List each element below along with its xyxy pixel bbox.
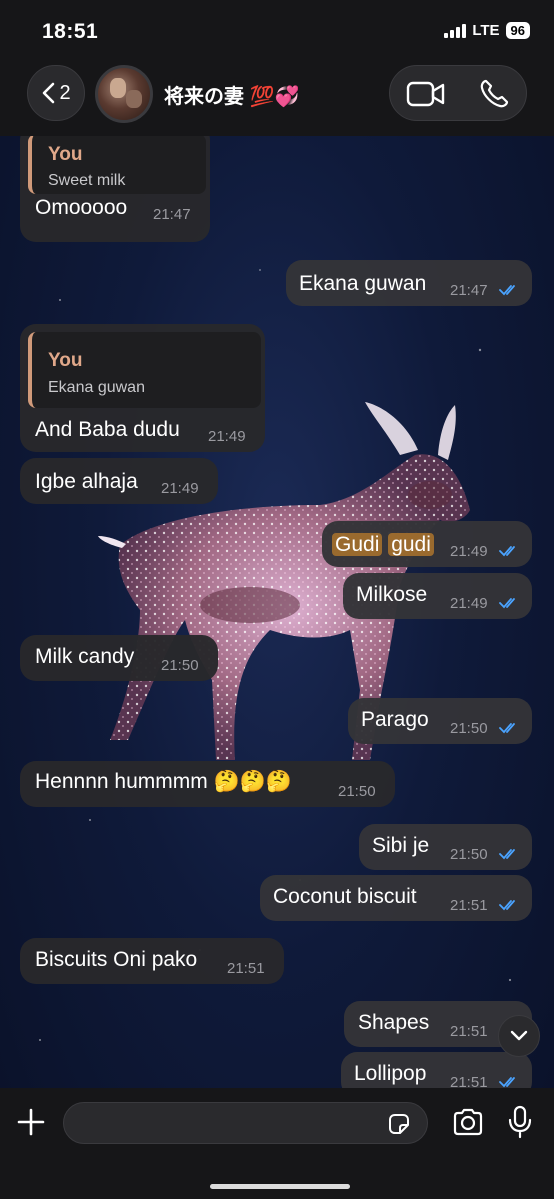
message-time: 21:47 xyxy=(450,282,488,299)
message-incoming[interactable]: You Sweet milk Omooooo 21:47 xyxy=(20,136,210,242)
home-indicator xyxy=(210,1184,350,1189)
message-text: Coconut biscuit xyxy=(273,885,417,908)
quoted-message[interactable]: You Sweet milk xyxy=(28,136,206,194)
message-text: Shapes xyxy=(358,1011,430,1034)
quote-text: Ekana guwan xyxy=(48,379,145,396)
quote-text: Sweet milk xyxy=(48,172,126,189)
back-button[interactable]: 2 xyxy=(27,65,85,121)
status-bar: 18:51 LTE 96 xyxy=(0,0,554,64)
status-indicators: LTE 96 xyxy=(444,22,530,39)
quoted-message[interactable]: You Ekana guwan xyxy=(28,332,261,408)
message-composer xyxy=(0,1088,554,1199)
video-call-icon[interactable] xyxy=(406,80,446,108)
message-time: 21:47 xyxy=(153,206,191,223)
status-time: 18:51 xyxy=(42,20,99,43)
quote-author: You xyxy=(48,144,83,165)
message-outgoing[interactable]: Sibi je 21:50 xyxy=(359,824,532,870)
message-text: Lollipop xyxy=(354,1062,427,1085)
call-actions xyxy=(389,65,527,121)
message-time: 21:49 xyxy=(450,543,488,560)
message-outgoing[interactable]: Milkose 21:49 xyxy=(343,573,532,619)
message-outgoing[interactable]: Gudi gudi 21:49 xyxy=(322,521,532,567)
phone-call-icon[interactable] xyxy=(478,78,510,110)
message-incoming[interactable]: Biscuits Oni pako 21:51 xyxy=(20,938,284,984)
message-text: Milkose xyxy=(356,583,428,606)
plus-icon[interactable] xyxy=(16,1107,46,1137)
camera-icon[interactable] xyxy=(452,1108,484,1136)
double-check-icon xyxy=(499,900,515,911)
message-text: Gudi gudi xyxy=(332,533,434,557)
message-incoming[interactable]: Milk candy 21:50 xyxy=(20,635,218,681)
message-outgoing[interactable]: Coconut biscuit 21:51 xyxy=(260,875,532,921)
message-list[interactable]: You Sweet milk Omooooo 21:47 Ekana guwan… xyxy=(0,136,554,1088)
double-check-icon xyxy=(499,546,515,557)
message-text: Parago xyxy=(361,708,429,731)
message-incoming[interactable]: Hennnn hummmm 🤔🤔🤔 21:50 xyxy=(20,761,395,807)
quote-author: You xyxy=(48,350,83,371)
chat-header: 2 将来の妻 💯💞 xyxy=(0,64,554,136)
message-text: Hennnn hummmm 🤔🤔🤔 xyxy=(35,770,293,793)
network-type: LTE xyxy=(472,22,500,39)
message-time: 21:50 xyxy=(338,783,376,800)
message-time: 21:49 xyxy=(208,428,246,445)
mic-icon[interactable] xyxy=(508,1105,532,1139)
message-incoming[interactable]: You Ekana guwan And Baba dudu 21:49 xyxy=(20,324,265,452)
double-check-icon xyxy=(499,1077,515,1088)
message-outgoing[interactable]: Lollipop 21:51 xyxy=(341,1052,532,1088)
search-highlight: Gudi xyxy=(332,533,383,556)
message-time: 21:51 xyxy=(450,1023,488,1040)
chevron-left-icon xyxy=(43,82,55,104)
message-time: 21:49 xyxy=(450,595,488,612)
message-text: Biscuits Oni pako xyxy=(35,948,198,971)
message-outgoing[interactable]: Ekana guwan 21:47 xyxy=(286,260,532,306)
message-time: 21:50 xyxy=(450,846,488,863)
message-time: 21:51 xyxy=(227,960,265,977)
battery-level: 96 xyxy=(505,22,530,39)
message-text: And Baba dudu xyxy=(35,418,180,441)
double-check-icon xyxy=(499,849,515,860)
message-incoming[interactable]: Igbe alhaja 21:49 xyxy=(20,458,218,504)
contact-avatar[interactable] xyxy=(95,65,153,123)
message-time: 21:50 xyxy=(450,720,488,737)
scroll-to-bottom-button[interactable] xyxy=(498,1015,540,1057)
message-time: 21:51 xyxy=(450,897,488,914)
unread-count: 2 xyxy=(59,81,71,104)
message-text: Milk candy xyxy=(35,645,135,668)
message-time: 21:49 xyxy=(161,480,199,497)
chevron-down-icon xyxy=(510,1030,528,1041)
search-highlight: gudi xyxy=(388,533,434,556)
message-time: 21:51 xyxy=(450,1074,488,1088)
message-time: 21:50 xyxy=(161,657,199,674)
message-text: Ekana guwan xyxy=(299,272,427,295)
message-text: Omooooo xyxy=(35,196,128,219)
double-check-icon xyxy=(499,723,515,734)
message-text: Igbe alhaja xyxy=(35,470,138,493)
contact-name[interactable]: 将来の妻 💯💞 xyxy=(164,80,299,109)
cellular-signal-icon xyxy=(444,23,467,38)
sticker-icon[interactable] xyxy=(386,1111,412,1137)
message-outgoing[interactable]: Parago 21:50 xyxy=(348,698,532,744)
double-check-icon xyxy=(499,598,515,609)
double-check-icon xyxy=(499,285,515,296)
message-input[interactable] xyxy=(63,1102,428,1144)
message-text: Sibi je xyxy=(372,834,430,857)
